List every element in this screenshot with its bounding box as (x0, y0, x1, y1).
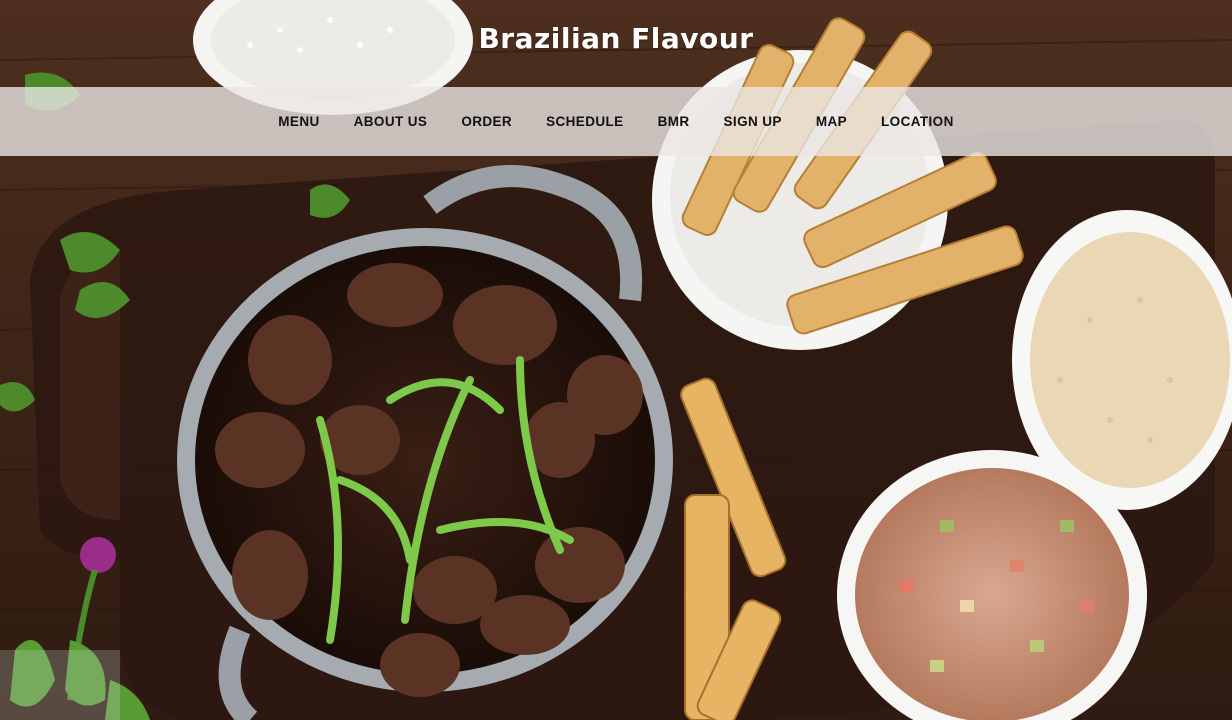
nav-location[interactable]: LOCATION (881, 114, 954, 129)
nav-map[interactable]: MAP (816, 114, 847, 129)
nav-order[interactable]: ORDER (461, 114, 512, 129)
nav-menu[interactable]: MENU (278, 114, 319, 129)
site-title: Brazilian Flavour (478, 22, 754, 55)
nav-bmr[interactable]: BMR (658, 114, 690, 129)
nav-sign-up[interactable]: SIGN UP (724, 114, 782, 129)
nav-schedule[interactable]: SCHEDULE (546, 114, 623, 129)
main-nav-bar: MENU ABOUT US ORDER SCHEDULE BMR SIGN UP… (0, 87, 1232, 156)
nav-about-us[interactable]: ABOUT US (354, 114, 428, 129)
